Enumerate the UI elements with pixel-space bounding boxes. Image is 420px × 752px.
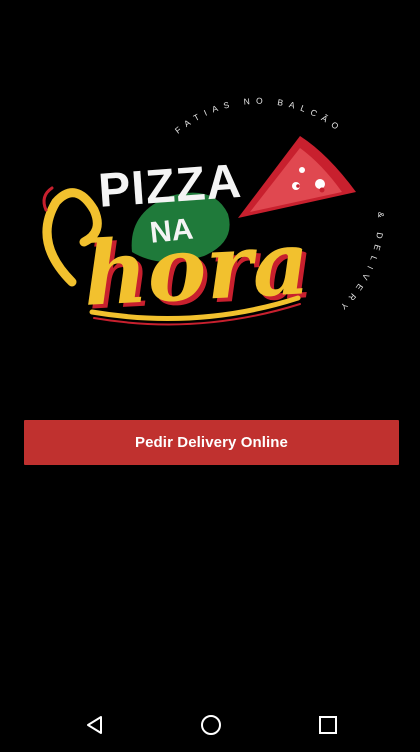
logo-word-hora: hora — [81, 210, 312, 326]
order-delivery-online-label: Pedir Delivery Online — [135, 434, 288, 451]
android-navigation-bar — [0, 694, 420, 752]
logo-slogan-side: & DELIVERY — [334, 212, 386, 316]
recents-button[interactable] — [313, 710, 343, 740]
logo-word-pizza: PIZZA — [97, 155, 244, 218]
circle-home-icon — [201, 715, 221, 735]
triangle-back-icon — [87, 716, 102, 734]
order-delivery-online-button[interactable]: Pedir Delivery Online — [24, 420, 399, 465]
pizza-slice-icon — [238, 136, 356, 218]
back-button[interactable] — [80, 710, 110, 740]
square-recents-icon — [319, 716, 337, 734]
pizza-na-hora-logo: FATIAS NO BALCÃO & DELIVERY PIZZA NA hor… — [28, 92, 394, 338]
logo-slogan-top: FATIAS NO BALCÃO — [173, 96, 346, 136]
home-button[interactable] — [196, 710, 226, 740]
